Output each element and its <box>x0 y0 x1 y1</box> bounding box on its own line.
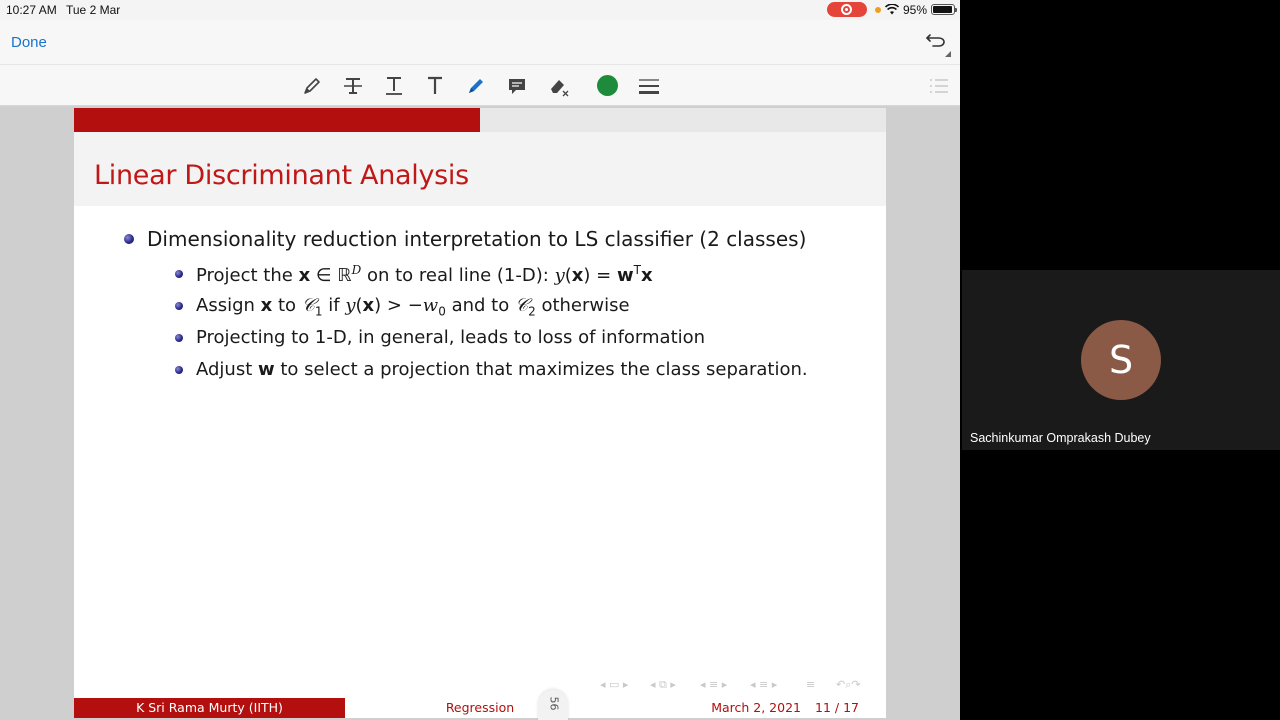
done-button[interactable]: Done <box>11 34 47 51</box>
beamer-navigation-symbols: ◂ ▭ ▸ ◂ ⧉ ▸ ◂ ≡ ▸ ◂ ≡ ▸ ≡ ↶⌕↷ <box>600 678 880 692</box>
text-icon[interactable] <box>423 74 447 98</box>
list-icon[interactable] <box>928 76 950 96</box>
bullet-icon <box>175 334 183 342</box>
underline-text-icon[interactable] <box>382 74 406 98</box>
bullet-icon <box>175 366 183 374</box>
sub-bullet-assign: Assign x to 𝒞1 if y(x) > −w0 and to 𝒞2 o… <box>175 295 630 319</box>
eraser-icon[interactable] <box>547 74 571 98</box>
undo-arrow-icon[interactable] <box>924 30 948 50</box>
battery-icon <box>931 4 957 15</box>
line-weight-icon[interactable] <box>637 74 661 98</box>
participant-name: Sachinkumar Omprakash Dubey <box>970 431 1151 445</box>
bullet-icon <box>175 270 183 278</box>
microphone-indicator-icon <box>875 7 881 13</box>
sub-bullet-project: Project the x ∈ ℝD on to real line (1-D)… <box>175 263 653 286</box>
nav-toc-icon[interactable]: ◂ ≡ ▸ <box>750 678 777 692</box>
avatar: S <box>1081 320 1161 400</box>
ipad-screen: 10:27 AM Tue 2 Mar 95% Done Linear Discr… <box>0 0 960 720</box>
sub-bullet-projecting: Projecting to 1-D, in general, leads to … <box>175 327 705 348</box>
nav-section-icon[interactable]: ◂ ≡ ▸ <box>700 678 727 692</box>
page-indicator-label: 56 <box>547 696 561 711</box>
slide-title: Linear Discriminant Analysis <box>94 160 469 191</box>
nav-subsection-icon[interactable]: ◂ ⧉ ▸ <box>650 678 676 692</box>
sub-bullet-adjust: Adjust w to select a projection that max… <box>175 359 808 380</box>
bullet-icon <box>175 302 183 310</box>
color-picker[interactable] <box>597 75 618 96</box>
slide-page: Linear Discriminant Analysis Dimensional… <box>74 108 886 718</box>
status-bar: 10:27 AM Tue 2 Mar 95% <box>0 0 960 20</box>
participant-tile[interactable]: S Sachinkumar Omprakash Dubey <box>962 270 1280 450</box>
bullet-icon <box>124 234 134 244</box>
footer-author: K Sri Rama Murty (IITH) <box>74 698 345 718</box>
nav-frame-prev-icon[interactable]: ◂ ▭ ▸ <box>600 678 628 692</box>
comment-icon[interactable] <box>505 74 529 98</box>
pen-icon[interactable] <box>300 74 324 98</box>
bullet-main-text: Dimensionality reduction interpretation … <box>147 227 807 251</box>
nav-search-icon[interactable]: ↶⌕↷ <box>836 678 861 692</box>
slide-footer: K Sri Rama Murty (IITH) Regression March… <box>74 698 886 718</box>
wifi-icon <box>885 4 899 15</box>
bullet-main: Dimensionality reduction interpretation … <box>124 227 807 251</box>
status-time: 10:27 AM <box>6 3 57 17</box>
footer-page-number: 11 / 17 <box>815 700 859 715</box>
navigation-bar: Done <box>0 20 960 64</box>
nav-outline-icon[interactable]: ≡ <box>806 678 815 692</box>
highlighter-icon[interactable] <box>464 74 488 98</box>
screen-recording-icon[interactable] <box>827 2 867 17</box>
slide-progress-bar <box>74 108 886 132</box>
strikethrough-text-icon[interactable] <box>341 74 365 98</box>
footer-title: Regression <box>445 700 515 715</box>
status-date: Tue 2 Mar <box>66 3 121 17</box>
page-indicator-tab[interactable]: 56 <box>538 690 568 720</box>
markup-toolbar <box>0 64 960 106</box>
slide-progress-fill <box>74 108 480 132</box>
footer-date: March 2, 2021 <box>711 700 801 715</box>
resize-corner-icon <box>945 51 951 57</box>
battery-percentage: 95% <box>903 3 928 17</box>
